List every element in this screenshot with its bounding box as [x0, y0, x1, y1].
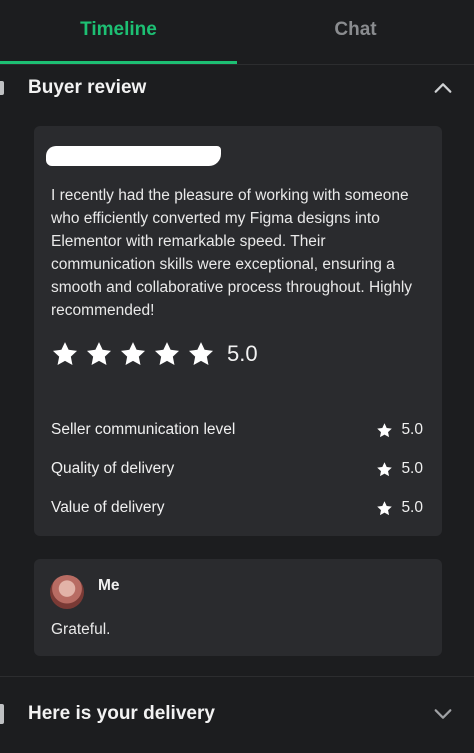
section-marker [0, 704, 4, 724]
tab-chat[interactable]: Chat [237, 0, 474, 64]
star-icon [86, 342, 112, 365]
tab-timeline[interactable]: Timeline [0, 0, 237, 64]
buyer-review-title: Buyer review [28, 77, 147, 98]
delivery-section-title: Here is your delivery [28, 703, 215, 724]
rating-value: 5.0 [401, 421, 423, 438]
rating-row: Value of delivery 5.0 [51, 496, 423, 520]
rating-value: 5.0 [401, 499, 423, 516]
star-icon [377, 461, 393, 476]
tab-bar: Timeline Chat [0, 0, 474, 65]
rating-label: Value of delivery [51, 499, 165, 516]
star-icon [52, 342, 78, 365]
reply-card: Me Grateful. [34, 559, 442, 656]
star-icon [120, 342, 146, 365]
review-card: I recently had the pleasure of working w… [34, 126, 442, 536]
rating-label: Seller communication level [51, 421, 236, 438]
overall-rating: 5.0 [227, 341, 258, 366]
rating-label: Quality of delivery [51, 460, 175, 477]
star-rating: 5.0 [51, 340, 258, 368]
star-icon [377, 422, 393, 437]
chevron-up-icon[interactable] [432, 77, 454, 99]
avatar[interactable] [50, 575, 84, 609]
rating-row: Seller communication level 5.0 [51, 418, 423, 442]
delivery-section-header[interactable]: Here is your delivery [0, 690, 474, 738]
divider [0, 676, 474, 677]
star-icon [188, 342, 214, 365]
star-icon [154, 342, 180, 365]
star-icon [377, 500, 393, 515]
redacted-reviewer-name [46, 146, 221, 166]
section-marker [0, 81, 4, 95]
review-text: I recently had the pleasure of working w… [51, 187, 413, 319]
chevron-down-icon[interactable] [432, 703, 454, 725]
buyer-review-header[interactable]: Buyer review [0, 64, 474, 112]
reply-author: Me [98, 577, 120, 594]
reply-text: Grateful. [51, 621, 111, 638]
rating-row: Quality of delivery 5.0 [51, 457, 423, 481]
rating-value: 5.0 [401, 460, 423, 477]
